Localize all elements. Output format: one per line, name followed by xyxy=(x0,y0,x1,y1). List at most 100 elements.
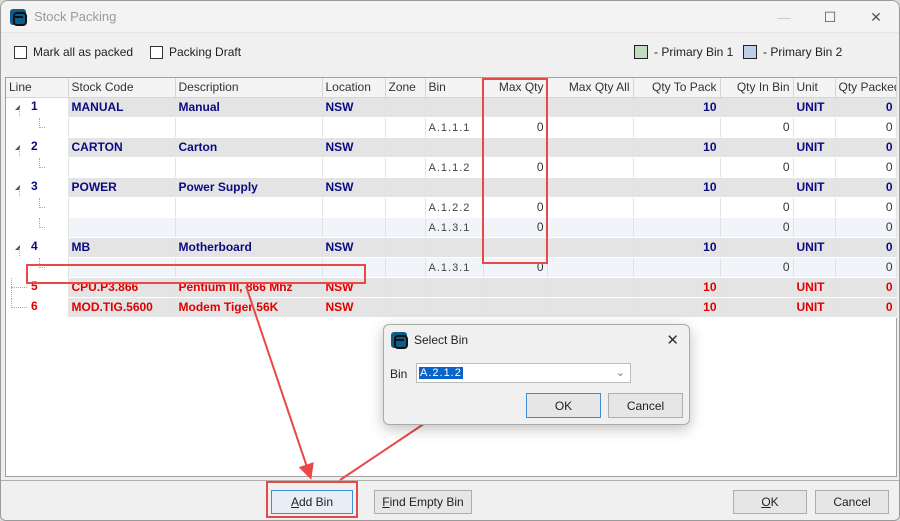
cell-qty-to-pack[interactable] xyxy=(633,257,721,278)
cell-qty-in-bin[interactable] xyxy=(720,97,794,118)
cell-zone[interactable] xyxy=(385,297,426,318)
cell-location[interactable]: NSW xyxy=(322,97,386,118)
cell-bin[interactable] xyxy=(425,237,484,258)
table-row[interactable]: A.1.1.1 0 0 0 xyxy=(6,117,897,138)
cell-stock-code[interactable]: POWER xyxy=(68,177,176,198)
col-header-qty-to-pack[interactable]: Qty To Pack xyxy=(633,78,721,98)
cell-description[interactable]: Manual xyxy=(175,97,323,118)
cell-max-qty-all[interactable] xyxy=(547,117,634,138)
cell-max-qty[interactable] xyxy=(483,277,548,298)
col-header-bin[interactable]: Bin xyxy=(425,78,484,98)
table-row[interactable]: A.1.3.1 0 0 0 xyxy=(6,257,897,278)
cell-location[interactable]: NSW xyxy=(322,277,386,298)
cell-bin[interactable] xyxy=(425,277,484,298)
cell-qty-in-bin[interactable]: 0 xyxy=(720,217,794,238)
col-header-zone[interactable]: Zone xyxy=(385,78,426,98)
cell-description[interactable]: Carton xyxy=(175,137,323,158)
cell-stock-code[interactable] xyxy=(68,157,176,178)
table-row[interactable]: 6 MOD.TIG.5600 Modem Tiger 56K NSW 10 UNIT 0 xyxy=(6,297,897,318)
cell-line[interactable] xyxy=(6,197,69,218)
cell-unit[interactable]: UNIT xyxy=(793,297,836,318)
table-row[interactable]: 1 MANUAL Manual NSW 10 UNIT 0 xyxy=(6,97,897,118)
cell-qty-packed[interactable]: 0 xyxy=(835,117,897,138)
close-button[interactable]: ✕ xyxy=(853,1,899,33)
cell-max-qty-all[interactable] xyxy=(547,217,634,238)
minimize-button[interactable]: — xyxy=(761,1,807,33)
cell-line[interactable] xyxy=(6,257,69,278)
cell-max-qty-all[interactable] xyxy=(547,197,634,218)
cell-unit[interactable]: UNIT xyxy=(793,177,836,198)
cell-line[interactable]: 6 xyxy=(6,297,69,318)
cell-qty-packed[interactable]: 0 xyxy=(835,157,897,178)
cell-qty-packed[interactable]: 0 xyxy=(835,237,897,258)
cell-unit[interactable] xyxy=(793,117,836,138)
cell-qty-to-pack[interactable]: 10 xyxy=(633,177,721,198)
table-row[interactable]: 3 POWER Power Supply NSW 10 UNIT 0 xyxy=(6,177,897,198)
cell-stock-code[interactable]: MOD.TIG.5600 xyxy=(68,297,176,318)
dialog-close-icon[interactable]: ✕ xyxy=(666,331,679,349)
cell-qty-to-pack[interactable] xyxy=(633,157,721,178)
cell-zone[interactable] xyxy=(385,217,426,238)
cell-unit[interactable]: UNIT xyxy=(793,97,836,118)
checkbox-box[interactable] xyxy=(14,45,27,59)
cell-location[interactable]: NSW xyxy=(322,137,386,158)
cell-stock-code[interactable] xyxy=(68,217,176,238)
col-header-max-qty-all[interactable]: Max Qty All xyxy=(547,78,634,98)
cancel-button[interactable]: Cancel xyxy=(815,490,889,514)
cell-qty-to-pack[interactable] xyxy=(633,217,721,238)
bin-combobox[interactable]: A.2.1.2 ⌄ xyxy=(416,363,631,383)
cell-line[interactable] xyxy=(6,217,69,238)
col-header-max-qty[interactable]: Max Qty xyxy=(483,78,548,98)
cell-line[interactable] xyxy=(6,117,69,138)
cell-qty-to-pack[interactable] xyxy=(633,117,721,138)
cell-line[interactable]: 5 xyxy=(6,277,69,298)
cell-location[interactable] xyxy=(322,197,386,218)
cell-qty-in-bin[interactable]: 0 xyxy=(720,117,794,138)
cell-unit[interactable] xyxy=(793,217,836,238)
cell-bin[interactable]: A.1.1.2 xyxy=(425,157,484,178)
cell-unit[interactable]: UNIT xyxy=(793,137,836,158)
cell-location[interactable]: NSW xyxy=(322,177,386,198)
col-header-line[interactable]: Line xyxy=(6,78,69,98)
packing-draft-checkbox[interactable]: Packing Draft xyxy=(150,45,241,59)
cell-qty-packed[interactable]: 0 xyxy=(835,137,897,158)
table-row[interactable]: A.1.3.1 0 0 0 xyxy=(6,217,897,238)
cell-line[interactable]: 3 xyxy=(6,177,69,198)
cell-bin[interactable] xyxy=(425,137,484,158)
cell-zone[interactable] xyxy=(385,117,426,138)
dialog-cancel-button[interactable]: Cancel xyxy=(608,393,683,418)
col-header-unit[interactable]: Unit xyxy=(793,78,836,98)
cell-max-qty-all[interactable] xyxy=(547,157,634,178)
cell-location[interactable] xyxy=(322,217,386,238)
checkbox-box[interactable] xyxy=(150,45,163,59)
cell-max-qty-all[interactable] xyxy=(547,97,634,118)
cell-qty-in-bin[interactable] xyxy=(720,177,794,198)
cell-max-qty-all[interactable] xyxy=(547,297,634,318)
col-header-stock-code[interactable]: Stock Code xyxy=(68,78,176,98)
cell-bin[interactable]: A.1.3.1 xyxy=(425,217,484,238)
cell-location[interactable] xyxy=(322,157,386,178)
cell-stock-code[interactable] xyxy=(68,117,176,138)
cell-location[interactable]: NSW xyxy=(322,297,386,318)
cell-max-qty-all[interactable] xyxy=(547,277,634,298)
cell-qty-in-bin[interactable] xyxy=(720,137,794,158)
cell-description[interactable] xyxy=(175,157,323,178)
ok-button[interactable]: OK xyxy=(733,490,807,514)
cell-bin[interactable]: A.1.3.1 xyxy=(425,257,484,278)
cell-line[interactable]: 1 xyxy=(6,97,69,118)
cell-max-qty-all[interactable] xyxy=(547,257,634,278)
cell-max-qty[interactable] xyxy=(483,177,548,198)
bin-selected-value[interactable]: A.2.1.2 xyxy=(419,367,463,379)
cell-zone[interactable] xyxy=(385,137,426,158)
col-header-qty-in-bin[interactable]: Qty In Bin xyxy=(720,78,794,98)
cell-stock-code[interactable]: MB xyxy=(68,237,176,258)
cell-qty-in-bin[interactable]: 0 xyxy=(720,257,794,278)
cell-max-qty[interactable] xyxy=(483,237,548,258)
col-header-qty-packed[interactable]: Qty Packed xyxy=(835,78,897,98)
table-row[interactable]: 4 MB Motherboard NSW 10 UNIT 0 xyxy=(6,237,897,258)
cell-zone[interactable] xyxy=(385,97,426,118)
find-empty-bin-button[interactable]: Find Empty Bin xyxy=(374,490,472,514)
cell-max-qty-all[interactable] xyxy=(547,237,634,258)
cell-unit[interactable] xyxy=(793,197,836,218)
cell-description[interactable] xyxy=(175,257,323,278)
